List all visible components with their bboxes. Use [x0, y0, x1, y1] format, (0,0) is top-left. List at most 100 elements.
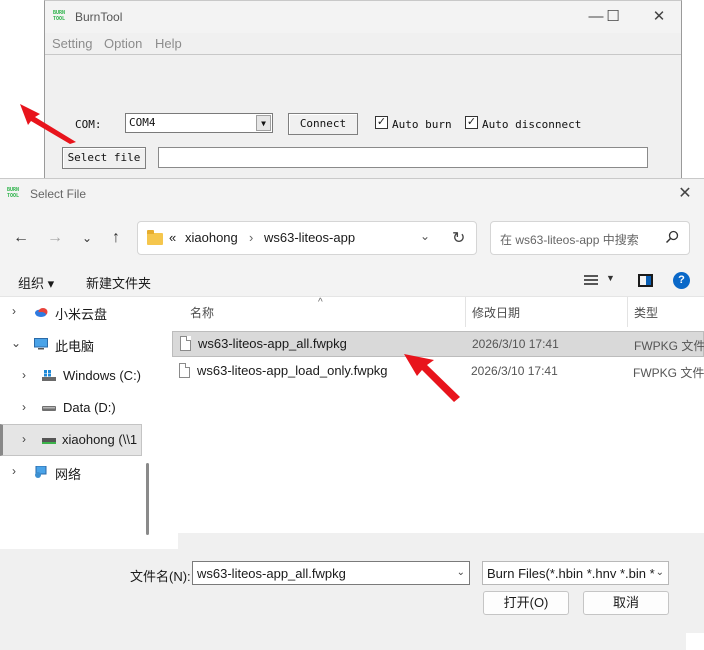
- expand-chevron-icon[interactable]: ›: [22, 400, 26, 414]
- menu-help[interactable]: Help: [155, 36, 182, 51]
- select-file-button[interactable]: Select file: [62, 147, 146, 169]
- address-dropdown-chevron-icon[interactable]: ⌄: [420, 229, 430, 243]
- file-name: ws63-liteos-app_load_only.fwpkg: [197, 363, 388, 378]
- column-divider[interactable]: [627, 297, 628, 327]
- filter-dropdown-chevron-icon[interactable]: ⌄: [656, 567, 664, 578]
- column-header-date[interactable]: 修改日期: [472, 304, 520, 321]
- auto-disconnect-checkbox[interactable]: ✓: [465, 116, 478, 129]
- tree-label: Data (D:): [63, 400, 116, 415]
- expand-chevron-icon[interactable]: ›: [12, 304, 16, 318]
- auto-burn-label: Auto burn: [392, 118, 452, 131]
- tree-item-network[interactable]: › 网络: [0, 457, 142, 487]
- file-icon: [179, 363, 190, 378]
- dialog-close-icon[interactable]: ✕: [674, 183, 696, 205]
- help-icon[interactable]: ?: [673, 272, 690, 289]
- command-toolbar: 组织 ▾ 新建文件夹 ▼ ?: [0, 265, 704, 297]
- new-folder-button[interactable]: 新建文件夹: [86, 273, 151, 292]
- menu-setting[interactable]: Setting: [52, 36, 92, 51]
- tree-label: Windows (C:): [63, 368, 142, 383]
- select-file-dialog: BURN TOOL Select File ✕ ← → ⌄ ↑ « xiaohon…: [0, 178, 704, 650]
- file-type: FWPKG 文件: [634, 339, 704, 353]
- tree-item-xiaohong-network-drive[interactable]: › xiaohong (\\1: [0, 424, 142, 456]
- burntool-window: BURN TOOL BurnTool — ☐ ✕ Setting Option H…: [44, 0, 682, 190]
- dialog-footer: 文件名(N): ws63-liteos-app_all.fwpkg ⌄ Burn…: [0, 549, 704, 650]
- cloud-icon: [35, 308, 48, 317]
- cancel-button[interactable]: 取消: [583, 591, 669, 615]
- connect-button[interactable]: Connect: [288, 113, 358, 135]
- collapse-chevron-icon[interactable]: ⌄: [11, 336, 21, 350]
- sort-ascending-icon: ^: [318, 297, 323, 308]
- file-type: FWPKG 文件: [633, 366, 704, 380]
- breadcrumb-ws63-liteos-app[interactable]: ws63-liteos-app: [264, 230, 355, 245]
- up-arrow-icon[interactable]: ↑: [105, 227, 127, 249]
- annotation-arrow-selected-file: [404, 354, 460, 402]
- forward-arrow-icon[interactable]: →: [44, 227, 66, 249]
- open-button[interactable]: 打开(O): [483, 591, 569, 615]
- file-type-filter-value: Burn Files(*.hbin *.hnv *.bin *: [487, 566, 655, 581]
- maximize-button[interactable]: ☐: [601, 6, 625, 28]
- tree-item-this-pc[interactable]: ⌄ 此电脑: [0, 329, 142, 359]
- address-bar[interactable]: « xiaohong › ws63-liteos-app ⌄ ↻: [137, 221, 477, 255]
- close-button[interactable]: ✕: [647, 6, 671, 28]
- organize-menu[interactable]: 组织 ▾: [18, 273, 54, 292]
- refresh-icon[interactable]: ↻: [452, 228, 465, 248]
- tree-label: 此电脑: [55, 339, 95, 354]
- auto-burn-checkbox[interactable]: ✓: [375, 116, 388, 129]
- dialog-title: Select File: [30, 187, 87, 201]
- folder-icon: [147, 230, 163, 245]
- back-arrow-icon[interactable]: ←: [10, 227, 32, 249]
- breadcrumb-xiaohong[interactable]: xiaohong: [185, 230, 238, 245]
- view-dropdown-icon[interactable]: ▼: [606, 273, 615, 283]
- expand-chevron-icon[interactable]: ›: [22, 368, 26, 382]
- file-icon: [180, 336, 191, 351]
- filename-value: ws63-liteos-app_all.fwpkg: [197, 566, 346, 581]
- auto-disconnect-label: Auto disconnect: [482, 118, 582, 131]
- file-type-filter-select[interactable]: Burn Files(*.hbin *.hnv *.bin * ⌄: [482, 561, 669, 585]
- column-header-type[interactable]: 类型: [634, 304, 658, 321]
- column-headers: ^ 名称 修改日期 类型: [160, 297, 704, 327]
- com-label: COM:: [75, 118, 102, 131]
- com-port-value: COM4: [129, 116, 156, 129]
- tree-item-data-d[interactable]: › Data (D:): [0, 393, 142, 423]
- dialog-logo: BURN TOOL: [7, 187, 20, 199]
- breadcrumb-separator: ›: [249, 230, 254, 245]
- column-header-name[interactable]: 名称: [190, 304, 214, 321]
- file-date: 2026/3/10 17:41: [472, 337, 559, 351]
- file-date: 2026/3/10 17:41: [471, 364, 558, 378]
- drive-icon: [42, 406, 56, 411]
- burntool-logo: BURN TOOL: [53, 10, 66, 22]
- expand-chevron-icon[interactable]: ›: [12, 464, 16, 478]
- nav-pane-scrollbar[interactable]: [146, 463, 149, 535]
- tree-label: 网络: [55, 467, 82, 482]
- breadcrumb-overflow[interactable]: «: [169, 230, 176, 245]
- search-placeholder: 在 ws63-liteos-app 中搜索: [500, 233, 639, 247]
- tree-item-windows-c[interactable]: › Windows (C:): [0, 361, 142, 391]
- search-icon[interactable]: [665, 230, 679, 244]
- dropdown-arrow-icon[interactable]: ▼: [256, 115, 271, 131]
- tree-item-xiaomi-cloud[interactable]: › 小米云盘: [0, 297, 142, 327]
- preview-pane-icon[interactable]: [638, 274, 653, 287]
- network-drive-icon: [42, 438, 56, 444]
- view-list-icon[interactable]: [584, 274, 598, 286]
- filename-dropdown-chevron-icon[interactable]: ⌄: [457, 567, 465, 578]
- menu-option[interactable]: Option: [104, 36, 142, 51]
- resize-grip[interactable]: [686, 633, 704, 650]
- dialog-titlebar: BURN TOOL Select File ✕: [0, 179, 704, 209]
- computer-icon: [34, 338, 48, 350]
- horizontal-scrollbar[interactable]: [178, 533, 704, 549]
- filename-input[interactable]: ws63-liteos-app_all.fwpkg ⌄: [192, 561, 470, 585]
- recent-locations-chevron-icon[interactable]: ⌄: [76, 227, 98, 249]
- expand-chevron-icon[interactable]: ›: [22, 432, 26, 446]
- burntool-title: BurnTool: [75, 10, 123, 24]
- network-icon: [35, 466, 47, 478]
- tree-label: xiaohong (\\1: [62, 432, 138, 447]
- file-path-input[interactable]: [158, 147, 648, 168]
- com-port-select[interactable]: COM4 ▼: [125, 113, 273, 133]
- column-divider[interactable]: [465, 297, 466, 327]
- file-list: ^ 名称 修改日期 类型 ws63-liteos-app_all.fwpkg 2…: [160, 297, 704, 549]
- burntool-titlebar: BURN TOOL BurnTool — ☐ ✕: [45, 1, 681, 33]
- filename-label: 文件名(N):: [130, 569, 191, 584]
- annotation-arrow-select-file: [20, 104, 76, 144]
- search-box[interactable]: 在 ws63-liteos-app 中搜索: [490, 221, 690, 255]
- tree-label: 小米云盘: [55, 307, 108, 322]
